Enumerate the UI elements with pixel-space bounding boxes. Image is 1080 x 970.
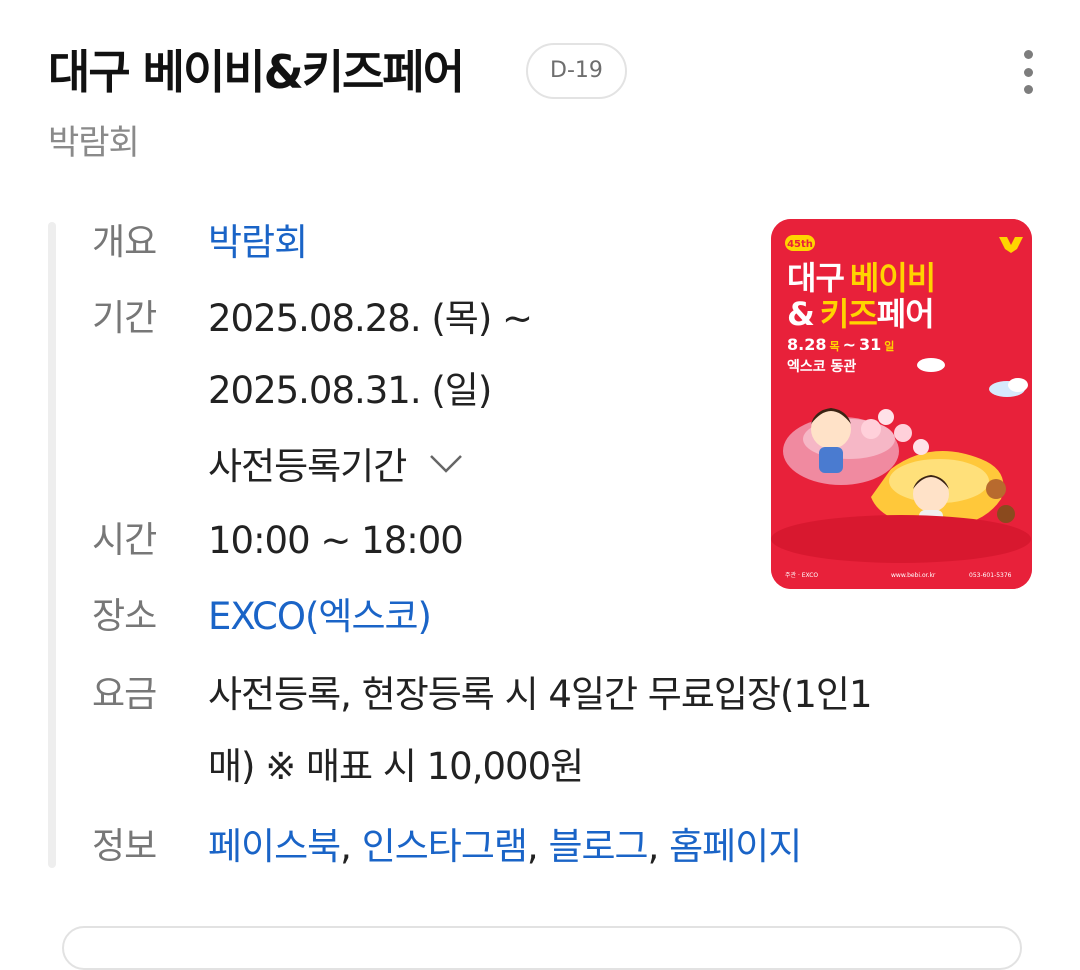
overview-label: 개요 <box>92 222 157 263</box>
fee-line-1: 사전등록, 현장등록 시 4일간 무료입장(1인1 <box>208 673 873 716</box>
pre-registration-toggle[interactable]: 사전등록기간 <box>208 438 464 492</box>
time-value: 10:00 ~ 18:00 <box>208 519 464 562</box>
bear-shape <box>997 505 1015 523</box>
fee-label: 요금 <box>92 674 157 715</box>
fee-line-2: 매) ※ 매표 시 10,000원 <box>208 745 584 788</box>
event-category: 박람회 <box>48 123 140 163</box>
link-separator: , <box>647 825 660 868</box>
homepage-link[interactable]: 홈페이지 <box>669 825 802 868</box>
period-label: 기간 <box>92 298 157 339</box>
poster-title-line-2: & 키즈페어 <box>787 295 934 333</box>
facebook-link[interactable]: 페이스북 <box>208 825 341 868</box>
dday-badge: D-19 <box>526 43 627 99</box>
flower-shape <box>894 424 912 442</box>
period-start: 2025.08.28. (목) ~ <box>208 297 533 340</box>
venue-label: 장소 <box>92 596 157 637</box>
ground-shape <box>771 515 1031 563</box>
poster-title-line-1: 대구 베이비 <box>787 259 935 297</box>
flower-shape <box>878 409 894 425</box>
next-card-edge <box>62 926 1022 970</box>
child-figure <box>819 447 843 473</box>
event-poster-image[interactable]: 45th 대구 베이비 & 키즈페어 8.28 목 ~31 일 엑스코 동관 주… <box>771 219 1032 589</box>
link-separator: , <box>340 825 352 868</box>
event-header: 대구 베이비&키즈페어 D-19 <box>48 36 1040 116</box>
overview-link[interactable]: 박람회 <box>208 218 308 268</box>
poster-venue: 엑스코 동관 <box>787 358 856 375</box>
chevron-down-icon <box>428 438 464 488</box>
pre-registration-label: 사전등록기간 <box>208 445 407 488</box>
poster-footer-left: 주관 · EXCO <box>785 571 818 579</box>
venue-link[interactable]: EXCO(엑스코) <box>208 592 432 642</box>
info-divider-bar <box>48 222 56 868</box>
poster-phone: 053-601-5376 <box>969 572 1012 579</box>
event-title: 대구 베이비&키즈페어 <box>48 45 465 99</box>
link-separator: , <box>526 825 539 868</box>
cloud-shape <box>917 358 945 372</box>
instagram-link[interactable]: 인스타그램 <box>362 825 528 868</box>
links-label: 정보 <box>92 826 157 867</box>
more-options-icon[interactable] <box>1016 50 1040 94</box>
bear-shape <box>986 479 1006 499</box>
edition-text: 45th <box>787 239 813 250</box>
blog-link[interactable]: 블로그 <box>548 825 648 868</box>
poster-website: www.bebi.or.kr <box>891 572 936 579</box>
flower-shape <box>913 439 929 455</box>
links-list: 페이스북, 인스타그램, 블로그, 홈페이지 <box>208 822 802 872</box>
flower-shape <box>861 419 881 439</box>
time-label: 시간 <box>92 520 157 561</box>
period-end: 2025.08.31. (일) <box>208 369 492 412</box>
cloud-shape <box>1008 378 1028 392</box>
